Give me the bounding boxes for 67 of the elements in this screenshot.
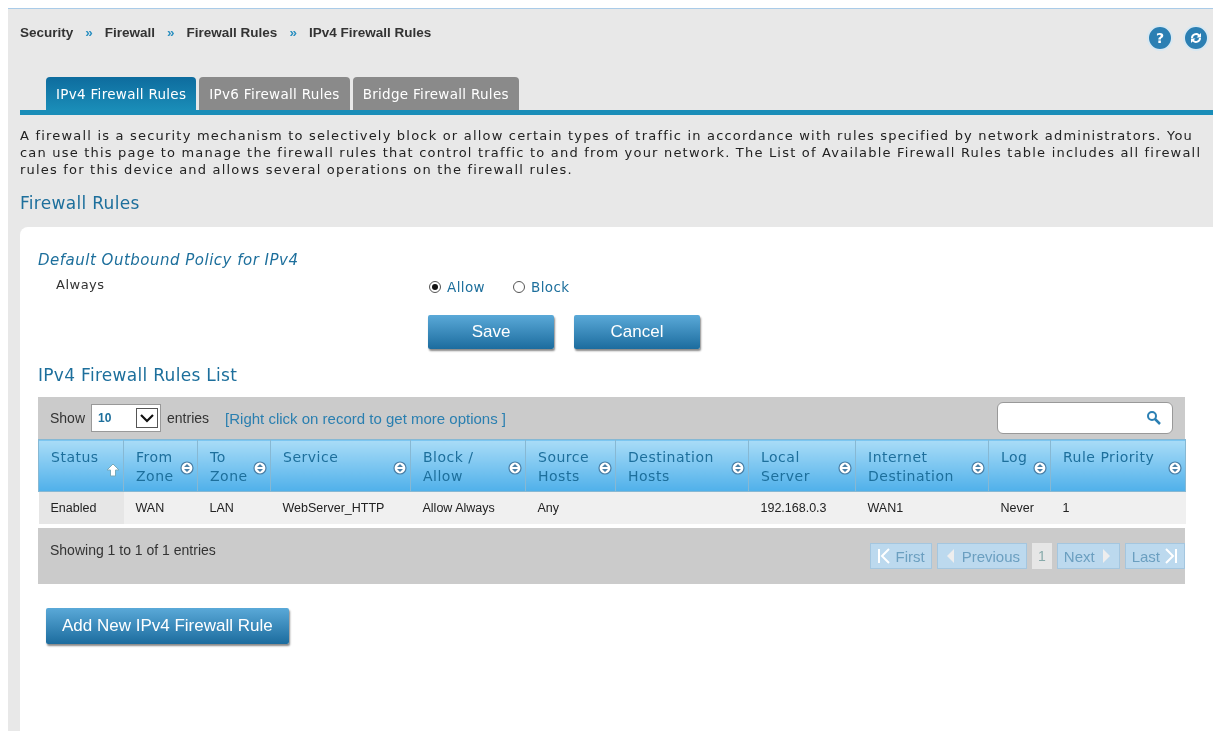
breadcrumb-item[interactable]: Firewall [104, 24, 156, 40]
column-header[interactable]: Status [38, 439, 124, 492]
radio-label[interactable]: Block [531, 279, 570, 295]
column-header[interactable]: Local Server [748, 439, 856, 492]
sort-icon[interactable] [597, 460, 613, 476]
field-label: Always [56, 276, 106, 292]
form-button[interactable]: Cancel [574, 315, 700, 349]
policy-title: Default Outbound Policy for IPv4 [38, 251, 299, 269]
sort-icon[interactable] [970, 460, 986, 476]
sort-icon[interactable] [179, 460, 195, 476]
section-title: Firewall Rules [20, 193, 141, 213]
column-header[interactable]: Destination Hosts [615, 439, 749, 492]
help-button[interactable]: ? [1147, 25, 1173, 51]
column-header[interactable]: To Zone [197, 439, 271, 492]
page-number-button[interactable]: 1 [1032, 543, 1052, 569]
add-rule-button[interactable]: Add New IPv4 Firewall Rule [46, 608, 289, 644]
column-header[interactable]: Service [270, 439, 411, 492]
sort-icon[interactable] [507, 460, 523, 476]
sort-icon[interactable] [252, 460, 268, 476]
table-cell: WAN [123, 491, 198, 525]
breadcrumb-item[interactable]: Firewall Rules [186, 24, 278, 40]
column-header[interactable]: Block / Allow [410, 439, 526, 492]
radio-button[interactable] [429, 281, 441, 293]
caret-icon [136, 408, 159, 428]
table-cell: WAN1 [855, 491, 989, 525]
entries-select[interactable]: 10 [91, 404, 162, 432]
table-cell: Never [988, 491, 1051, 525]
breadcrumb-separator: » [167, 24, 175, 40]
entries-info: Showing 1 to 1 of 1 entries [50, 542, 216, 558]
column-header[interactable]: Rule Priority [1050, 439, 1186, 492]
skip-icon [877, 547, 892, 565]
column-header[interactable]: Internet Destination [855, 439, 989, 492]
breadcrumb-item[interactable]: Security [20, 24, 74, 40]
column-header[interactable]: Log [988, 439, 1051, 492]
sort-icon[interactable] [392, 460, 408, 476]
search-icon[interactable] [1146, 410, 1162, 426]
sort-ascending-icon[interactable] [105, 462, 121, 478]
table-cell: 1 [1050, 491, 1186, 525]
breadcrumb-separator: » [85, 24, 93, 40]
sort-icon[interactable] [730, 460, 746, 476]
table-cell: WebServer_HTTP [270, 491, 411, 525]
list-title: IPv4 Firewall Rules List [38, 365, 238, 385]
hint-text: [Right click on record to get more options ] [225, 409, 508, 427]
show-label: Show [50, 410, 86, 426]
table-cell: LAN [197, 491, 271, 525]
tab[interactable]: Bridge Firewall Rules [352, 77, 519, 110]
radio-label[interactable]: Allow [447, 279, 486, 295]
form-button[interactable]: Save [428, 315, 554, 349]
description-text: A firewall is a security mechanism to selectively block or allow certain types of traffic in accordance with rules specified by network administrators. You can use this page to manage the firewall rules that control traffic to and from your network. The List of Available Firewall Rules table includes all firewall rules for this device and allows several operations on the firewall rules. [20, 127, 1203, 178]
sort-icon[interactable] [837, 460, 853, 476]
breadcrumb-separator: » [289, 24, 297, 40]
entries-label: entries [167, 410, 210, 426]
skip-icon [1164, 547, 1178, 565]
radio-button[interactable] [513, 281, 526, 293]
column-header[interactable]: Source Hosts [525, 439, 616, 492]
tab[interactable]: IPv6 Firewall Rules [199, 77, 350, 110]
breadcrumb-item[interactable]: IPv4 Firewall Rules [308, 24, 432, 40]
table-cell: Any [525, 491, 616, 525]
table-cell: 192.168.0.3 [748, 491, 856, 525]
sort-icon[interactable] [1167, 460, 1183, 476]
tab[interactable]: IPv4 Firewall Rules [46, 77, 197, 110]
refresh-icon[interactable] [1183, 25, 1209, 51]
table-cell: Enabled [38, 491, 124, 525]
search-field[interactable] [997, 402, 1173, 434]
column-header[interactable]: From Zone [123, 439, 198, 492]
table-cell: Allow Always [410, 491, 526, 525]
sort-icon[interactable] [1032, 460, 1048, 476]
